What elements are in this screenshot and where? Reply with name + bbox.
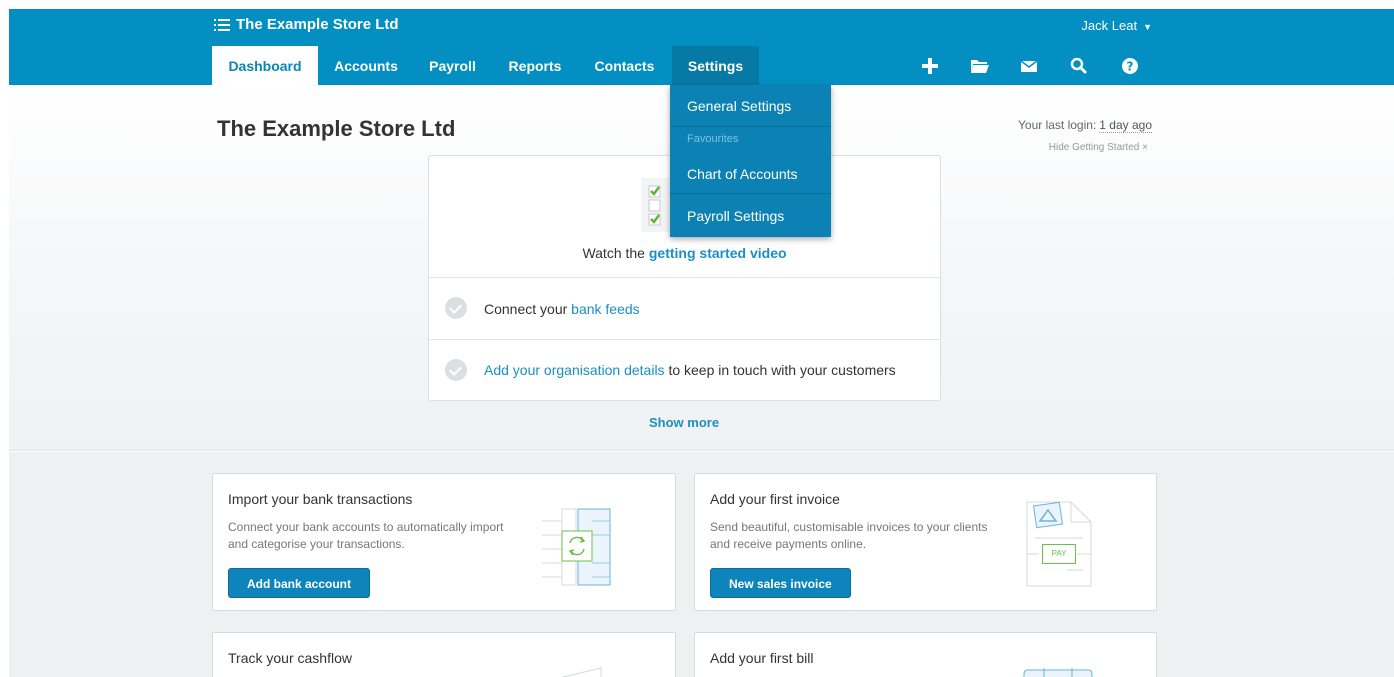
- divider: [429, 277, 940, 278]
- getting-started-video-link[interactable]: getting started video: [649, 245, 787, 261]
- pay-badge: PAY: [1042, 544, 1076, 564]
- help-icon[interactable]: ?: [1119, 55, 1143, 77]
- org-details-row: Add your organisation details to keep in…: [484, 362, 896, 378]
- search-icon[interactable]: [1068, 55, 1092, 77]
- card-description: Connect your bank accounts to automatica…: [228, 520, 504, 551]
- last-login: Your last login: 1 day ago: [1018, 118, 1152, 133]
- favourites-heading: Favourites: [687, 133, 739, 145]
- check-icon: [445, 359, 467, 381]
- cashflow-illustration: [551, 666, 611, 677]
- tab-reports[interactable]: Reports: [493, 46, 577, 85]
- org-menu-icon[interactable]: [214, 18, 230, 32]
- tab-settings[interactable]: Settings: [672, 46, 759, 85]
- caret-down-icon: ▼: [1143, 22, 1152, 32]
- bank-feeds-link[interactable]: bank feeds: [571, 301, 640, 317]
- plus-icon[interactable]: [919, 55, 943, 77]
- bank-sync-illustration: [540, 507, 612, 587]
- card-title: Track your cashflow: [228, 650, 352, 666]
- org-details-suffix: to keep in touch with your customers: [668, 362, 896, 378]
- mail-icon[interactable]: [1018, 55, 1042, 77]
- bill-illustration: [1022, 667, 1094, 677]
- org-row: The Example Store Ltd Jack Leat ▼: [212, 9, 1152, 43]
- user-menu[interactable]: Jack Leat ▼: [1081, 18, 1152, 33]
- checklist-icon: [641, 178, 671, 232]
- last-login-label: Your last login:: [1018, 118, 1097, 132]
- settings-dropdown-menu: General Settings Favourites Chart of Acc…: [670, 85, 831, 237]
- first-invoice-card: Add your first invoice Send beautiful, c…: [694, 473, 1157, 611]
- org-name[interactable]: The Example Store Ltd: [236, 16, 399, 33]
- cashflow-card: Track your cashflow: [212, 632, 676, 677]
- menu-item-payroll-settings[interactable]: Payroll Settings: [670, 194, 831, 237]
- tab-accounts[interactable]: Accounts: [320, 46, 412, 85]
- video-prefix: Watch the: [582, 245, 645, 261]
- user-name: Jack Leat: [1081, 18, 1138, 33]
- first-bill-card: Add your first bill: [694, 632, 1157, 677]
- menu-item-general-settings[interactable]: General Settings: [670, 85, 831, 125]
- bank-feeds-row: Connect your bank feeds: [484, 301, 640, 317]
- card-title: Add your first bill: [710, 650, 814, 666]
- check-icon: [445, 297, 467, 319]
- org-details-link[interactable]: Add your organisation details: [484, 362, 665, 378]
- divider: [429, 339, 940, 340]
- getting-started-video-row: Watch the getting started video: [429, 245, 940, 261]
- card-title: Add your first invoice: [710, 491, 840, 507]
- bank-transactions-card: Import your bank transactions Connect yo…: [212, 473, 676, 611]
- menu-divider: [670, 126, 831, 127]
- new-sales-invoice-button[interactable]: New sales invoice: [710, 568, 851, 598]
- bank-feeds-prefix: Connect your: [484, 301, 568, 317]
- page-title: The Example Store Ltd: [217, 116, 456, 141]
- tab-payroll[interactable]: Payroll: [414, 46, 491, 85]
- menu-item-chart-of-accounts[interactable]: Chart of Accounts: [670, 151, 831, 195]
- add-bank-account-button[interactable]: Add bank account: [228, 568, 371, 598]
- hide-getting-started-link[interactable]: Hide Getting Started ×: [1049, 142, 1148, 153]
- svg-text:?: ?: [1127, 60, 1134, 74]
- card-description: Send beautiful, customisable invoices to…: [710, 520, 988, 551]
- folder-icon[interactable]: [968, 55, 992, 77]
- last-login-link[interactable]: 1 day ago: [1099, 118, 1152, 133]
- show-more-link[interactable]: Show more: [649, 415, 719, 430]
- card-title: Import your bank transactions: [228, 491, 413, 507]
- tab-dashboard[interactable]: Dashboard: [212, 46, 318, 85]
- tab-contacts[interactable]: Contacts: [579, 46, 670, 85]
